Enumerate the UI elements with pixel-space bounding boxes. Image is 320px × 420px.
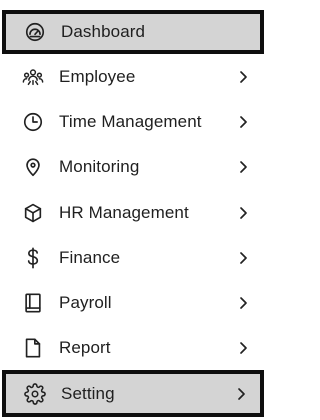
sidebar-item-label: Employee: [59, 67, 136, 86]
sidebar-item-payroll[interactable]: Payroll: [0, 281, 266, 325]
sidebar-item-time-management[interactable]: Time Management: [0, 100, 266, 144]
gauge-icon: [24, 21, 46, 43]
clock-icon: [22, 111, 44, 133]
sidebar-item-label: HR Management: [59, 203, 189, 222]
sidebar-item-label: Report: [59, 338, 111, 357]
chevron-right-icon: [238, 341, 248, 355]
chevron-right-icon: [238, 251, 248, 265]
sidebar-item-finance[interactable]: Finance: [0, 236, 266, 280]
map-pin-icon: [22, 156, 44, 178]
cube-icon: [22, 202, 44, 224]
sidebar-item-setting[interactable]: Setting: [2, 370, 264, 417]
book-icon: [22, 292, 44, 314]
chevron-right-icon: [238, 70, 248, 84]
sidebar-nav: Dashboard Employee Time Management Monit…: [0, 0, 266, 420]
sidebar-item-label: Setting: [61, 383, 115, 403]
chevron-right-icon: [236, 387, 246, 401]
chevron-right-icon: [238, 115, 248, 129]
sidebar-item-employee[interactable]: Employee: [0, 55, 266, 99]
sidebar-item-label: Payroll: [59, 293, 112, 312]
file-icon: [22, 337, 44, 359]
sidebar-item-label: Time Management: [59, 112, 202, 131]
sidebar-item-hr-management[interactable]: HR Management: [0, 191, 266, 235]
sidebar-item-label: Monitoring: [59, 157, 140, 176]
chevron-right-icon: [238, 206, 248, 220]
users-icon: [22, 66, 44, 88]
sidebar-item-label: Finance: [59, 248, 121, 267]
sidebar-item-monitoring[interactable]: Monitoring: [0, 145, 266, 189]
dollar-icon: [22, 247, 44, 269]
chevron-right-icon: [238, 296, 248, 310]
sidebar-item-label: Dashboard: [61, 22, 146, 41]
sidebar-item-dashboard[interactable]: Dashboard: [2, 10, 264, 54]
chevron-right-icon: [238, 160, 248, 174]
gear-icon: [24, 382, 46, 405]
sidebar-item-report[interactable]: Report: [0, 326, 266, 370]
